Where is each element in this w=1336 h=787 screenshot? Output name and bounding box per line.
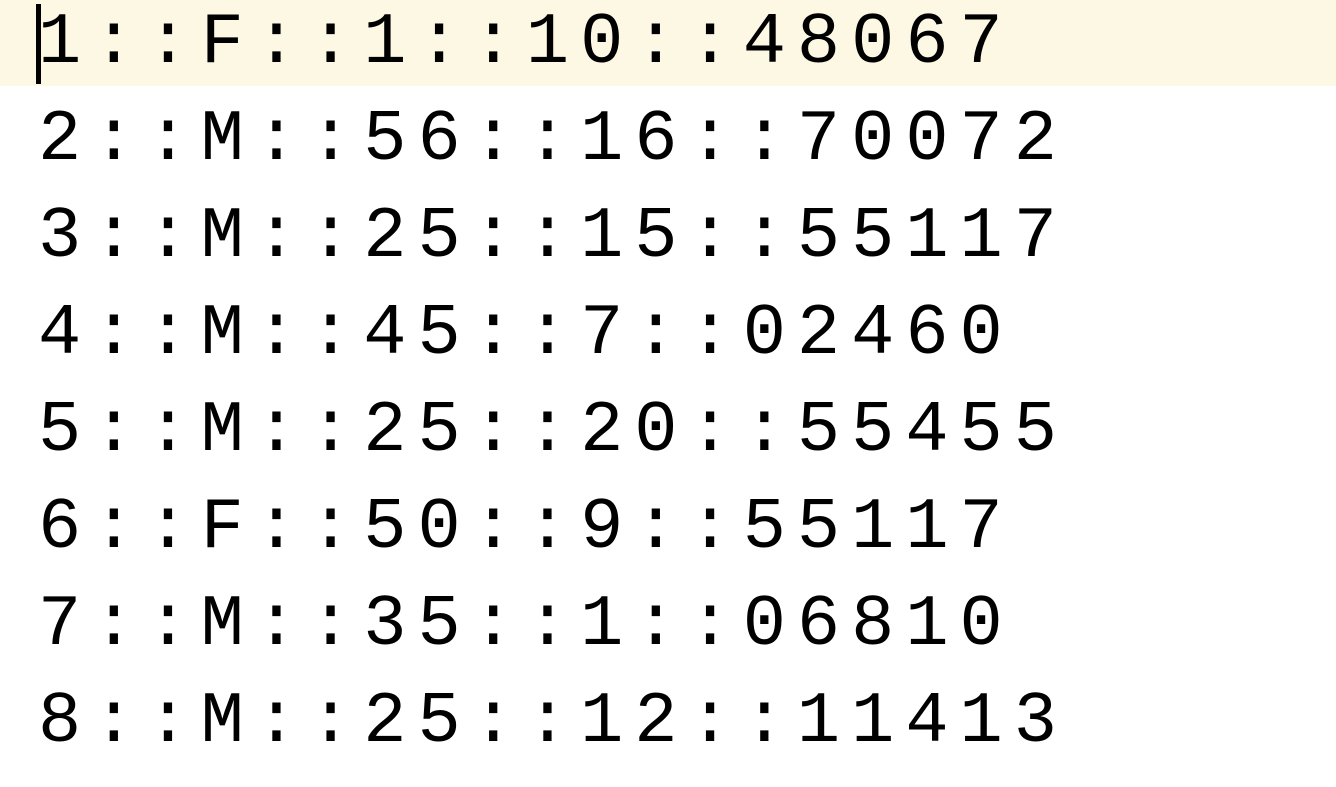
editor-line-4[interactable]: 4::M::45::7::02460	[0, 291, 1336, 377]
text-editor-area[interactable]: 1::F::1::10::48067 2::M::56::16::70072 3…	[0, 0, 1336, 787]
text-caret	[36, 4, 41, 84]
editor-line-8[interactable]: 8::M::25::12::11413	[0, 679, 1336, 765]
editor-line-7[interactable]: 7::M::35::1::06810	[0, 582, 1336, 668]
editor-line-5[interactable]: 5::M::25::20::55455	[0, 388, 1336, 474]
editor-line-2[interactable]: 2::M::56::16::70072	[0, 97, 1336, 183]
editor-line-1[interactable]: 1::F::1::10::48067	[0, 0, 1336, 86]
editor-line-3[interactable]: 3::M::25::15::55117	[0, 194, 1336, 280]
editor-line-6[interactable]: 6::F::50::9::55117	[0, 485, 1336, 571]
